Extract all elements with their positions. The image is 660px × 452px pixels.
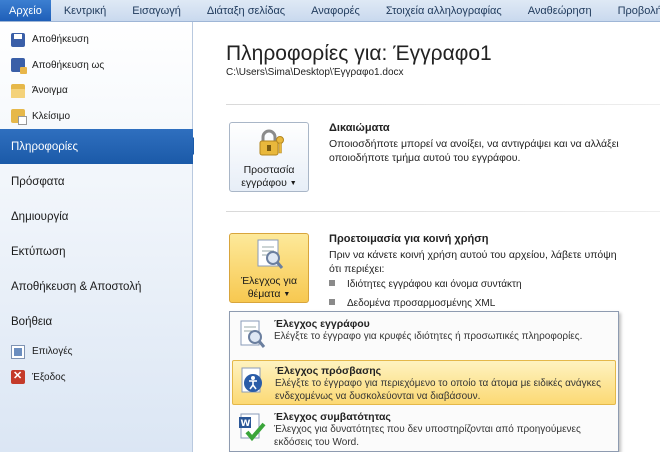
inspect-document-icon: [240, 320, 266, 348]
check-button-line2: θέματα: [247, 288, 281, 300]
bullet-text: Ιδιότητες εγγράφου και όνομα συντάκτη: [347, 279, 522, 290]
check-for-issues-button[interactable]: Έλεγχος για θέματα ▼: [229, 233, 309, 303]
folder-open-icon: [11, 83, 25, 98]
close-document-icon: [11, 109, 27, 126]
menu-item-desc: Έλεγχος για δυνατότητες που δεν υποστηρί…: [274, 424, 581, 448]
nav-open-label: Άνοιγμα: [32, 85, 68, 97]
menu-item-inspect-document[interactable]: Έλεγχος εγγράφου Ελέγξτε το έγγραφο για …: [232, 314, 616, 359]
menu-item-desc: Ελέγξτε το έγγραφο για περιεχόμενο το οπ…: [275, 378, 601, 402]
nav-open[interactable]: Άνοιγμα: [0, 78, 192, 104]
nav-help[interactable]: Βοήθεια: [0, 304, 192, 339]
accessibility-icon: [241, 367, 262, 393]
svg-text:W: W: [241, 419, 251, 429]
tab-view[interactable]: Προβολή: [605, 0, 660, 21]
list-item: Ιδιότητες εγγράφου και όνομα συντάκτη: [329, 279, 522, 290]
nav-close[interactable]: Κλείσιμο: [0, 104, 192, 130]
nav-options-label: Επιλογές: [32, 346, 73, 358]
nav-info[interactable]: Πληροφορίες: [0, 129, 202, 164]
tab-file[interactable]: Αρχείο: [0, 0, 51, 21]
nav-save-label: Αποθήκευση: [32, 34, 89, 46]
nav-save-send[interactable]: Αποθήκευση & Αποστολή: [0, 269, 192, 304]
nav-save-as[interactable]: Αποθήκευση ως: [0, 53, 192, 79]
protect-button-line2: εγγράφου: [241, 177, 287, 189]
dropdown-arrow-icon: ▼: [283, 291, 291, 298]
nav-exit[interactable]: Έξοδος: [0, 365, 192, 391]
menu-item-check-accessibility[interactable]: Έλεγχος πρόσβασης Ελέγξτε το έγγραφο για…: [232, 360, 616, 405]
page-title: Πληροφορίες για: Έγγραφο1: [226, 42, 492, 65]
tab-insert[interactable]: Εισαγωγή: [119, 0, 194, 21]
permissions-text: Οποιοσδήποτε μπορεί να ανοίξει, να αντιγ…: [329, 138, 619, 164]
tab-references[interactable]: Αναφορές: [298, 0, 373, 21]
nav-exit-label: Έξοδος: [32, 371, 66, 383]
save-icon: [11, 32, 25, 47]
inspect-document-icon: [257, 239, 284, 269]
protect-button-line1: Προστασία: [243, 164, 295, 176]
compatibility-check-icon: W: [239, 413, 266, 442]
protect-document-button[interactable]: Προστασία εγγράφου ▼: [229, 122, 309, 192]
exit-icon: [11, 369, 25, 385]
nav-print[interactable]: Εκτύπωση: [0, 234, 192, 269]
file-path: C:\Users\Sima\Desktop\Έγγραφο1.docx: [226, 67, 404, 78]
permissions-heading: Δικαιώματα: [329, 122, 390, 134]
list-item: Δεδομένα προσαρμοσμένης XML: [329, 298, 495, 309]
menu-item-title: Έλεγχος συμβατότητας: [274, 411, 391, 423]
tab-mailings[interactable]: Στοιχεία αλληλογραφίας: [373, 0, 515, 21]
menu-item-title: Έλεγχος εγγράφου: [274, 318, 370, 330]
nav-new[interactable]: Δημιουργία: [0, 199, 192, 234]
sharing-heading: Προετοιμασία για κοινή χρήση: [329, 233, 489, 245]
backstage-nav: Αποθήκευση Αποθήκευση ως Άνοιγμα Κλείσιμ…: [0, 22, 202, 452]
ribbon-tabs: Αρχείο Κεντρική Εισαγωγή Διάταξη σελίδας…: [0, 0, 660, 22]
divider: [226, 211, 660, 212]
nav-save[interactable]: Αποθήκευση: [0, 27, 192, 53]
tab-home[interactable]: Κεντρική: [51, 0, 119, 21]
lock-key-icon: [259, 129, 284, 156]
divider: [226, 104, 660, 105]
check-button-line1: Έλεγχος για: [240, 275, 298, 287]
nav-options[interactable]: Επιλογές: [0, 339, 192, 365]
nav-close-label: Κλείσιμο: [32, 110, 71, 122]
dropdown-arrow-icon: ▼: [289, 180, 297, 187]
save-as-icon: [11, 58, 27, 75]
tab-review[interactable]: Αναθεώρηση: [515, 0, 605, 21]
options-icon: [11, 344, 25, 359]
sharing-text: Πριν να κάνετε κοινή χρήση αυτού του αρχ…: [329, 249, 617, 275]
nav-save-as-label: Αποθήκευση ως: [32, 59, 105, 71]
menu-item-desc: Ελέγξτε το έγγραφο για κρυφές ιδιότητες …: [274, 331, 583, 342]
check-issues-menu: Έλεγχος εγγράφου Ελέγξτε το έγγραφο για …: [229, 311, 619, 452]
menu-item-check-compatibility[interactable]: W Έλεγχος συμβατότητας Έλεγχος για δυνατ…: [232, 407, 616, 452]
bullet-text: Δεδομένα προσαρμοσμένης XML: [347, 298, 496, 309]
tab-page-layout[interactable]: Διάταξη σελίδας: [194, 0, 298, 21]
menu-item-title: Έλεγχος πρόσβασης: [275, 365, 382, 377]
nav-recent[interactable]: Πρόσφατα: [0, 164, 192, 199]
